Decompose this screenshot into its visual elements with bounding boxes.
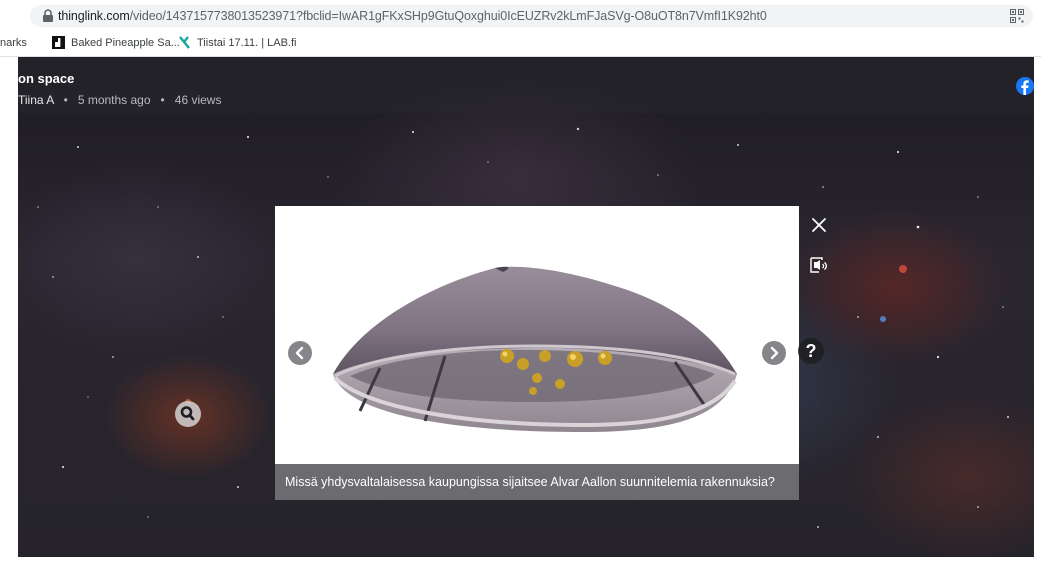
- video-title: on space: [18, 71, 75, 86]
- space-background-image: on space Tiina A • 5 months ago • 46 vie…: [18, 57, 1034, 557]
- modal-caption: Missä yhdysvaltalaisessa kaupungissa sij…: [275, 464, 799, 500]
- url-text[interactable]: thinglink.com/video/1437157738013523971?…: [58, 9, 767, 23]
- lock-icon[interactable]: [42, 9, 54, 23]
- bookmark-favicon-icon: [52, 36, 65, 49]
- bookmark-tiistai-lab[interactable]: Tiistai 17.11. | LAB.fi: [197, 37, 296, 49]
- next-button[interactable]: [762, 341, 786, 365]
- bookmarks-bar: narks Baked Pineapple Sa... Tiistai 17.1…: [0, 32, 1041, 57]
- previous-button[interactable]: [288, 341, 312, 365]
- video-meta: Tiina A • 5 months ago • 46 views: [18, 93, 221, 107]
- url-host: thinglink.com: [58, 9, 130, 23]
- hotspot-modal: Missä yhdysvaltalaisessa kaupungissa sij…: [275, 206, 799, 500]
- bookmark-lab-favicon-icon: [179, 36, 190, 49]
- help-question-button[interactable]: ?: [798, 338, 824, 364]
- page-content: on space Tiina A • 5 months ago • 46 vie…: [0, 57, 1041, 561]
- bookmark-item-partial[interactable]: narks: [0, 37, 27, 49]
- facebook-icon[interactable]: [1016, 77, 1034, 95]
- audio-description-icon[interactable]: [810, 256, 830, 274]
- view-count: 46 views: [174, 93, 222, 107]
- address-bar: thinglink.com/video/1437157738013523971?…: [0, 0, 1041, 32]
- video-header: on space Tiina A • 5 months ago • 46 vie…: [18, 57, 1034, 113]
- chevron-left-icon: [295, 346, 304, 360]
- chevron-right-icon: [770, 346, 779, 360]
- qr-code-icon[interactable]: [1010, 9, 1024, 23]
- close-icon[interactable]: [811, 217, 827, 233]
- posted-time: 5 months ago: [77, 93, 151, 107]
- bookmark-baked-pineapple[interactable]: Baked Pineapple Sa...: [71, 37, 180, 49]
- author-name[interactable]: Tiina A: [18, 93, 54, 107]
- search-hotspot-icon[interactable]: [175, 401, 201, 427]
- ufo-craft-image: [275, 206, 799, 464]
- url-path: /video/1437157738013523971?fbclid=IwAR1g…: [129, 9, 767, 23]
